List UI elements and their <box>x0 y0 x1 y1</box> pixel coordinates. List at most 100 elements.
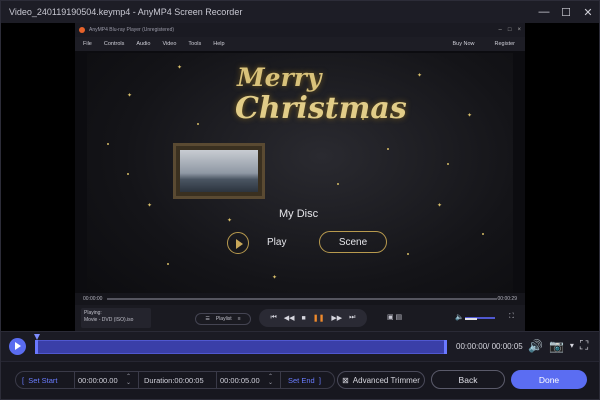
forward-icon: ▶▶ <box>331 315 343 322</box>
skip-back-icon: ⏮ <box>270 314 277 321</box>
player-total-time: 00:00:29 <box>497 296 517 302</box>
player-title: AnyMP4 Blu-ray Player (Unregistered) <box>89 27 175 33</box>
stop-icon: ■ <box>301 314 306 322</box>
playlist-button: ☰ Playlist ≡ <box>195 313 251 325</box>
player-menu-right: Buy Now Register <box>445 37 520 51</box>
transport-controls: ⏮ ◀◀ ■ ❚❚ ▶▶ ⏭ <box>259 309 367 327</box>
sparkle <box>167 263 169 265</box>
player-volume: 🔈 <box>455 313 505 323</box>
preview-time-display: 00:00:00/ 00:00:05 <box>456 342 523 351</box>
star-decoration: ✦ <box>272 275 278 281</box>
star-decoration: ✦ <box>177 65 183 71</box>
minimize-button[interactable]: — <box>533 1 555 23</box>
player-progress: 00:00:00 00:00:29 <box>75 293 525 305</box>
advanced-trimmer-label: Advanced Trimmer <box>352 375 420 385</box>
set-start-button[interactable]: [ Set Start <box>22 372 57 388</box>
start-time-stepper-icon[interactable]: ⌃ ⌄ <box>126 374 131 386</box>
fullscreen-icon[interactable]: ⛶ <box>580 338 588 353</box>
now-playing-label: Playing: <box>84 310 102 316</box>
player-menu-video: Video <box>162 41 177 47</box>
thumbnail-image <box>180 150 258 192</box>
trim-end-handle[interactable] <box>444 340 447 354</box>
divider <box>280 372 281 388</box>
title-bar: Video_240119190504.keymp4 - AnyMP4 Scree… <box>1 1 599 23</box>
video-preview: AnyMP4 Blu-ray Player (Unregistered) – □… <box>1 23 599 331</box>
player-close-icon: × <box>517 27 521 33</box>
trim-controls-bar: [ Set Start 00:00:00.00 ⌃ ⌄ Duration:00:0… <box>1 361 599 399</box>
star-decoration: ✦ <box>127 93 133 99</box>
player-minimize-icon: – <box>498 27 502 33</box>
greeting-christmas: Christmas <box>235 91 407 126</box>
player-menu-bar: File Controls Audio Video Tools Help Buy… <box>75 37 525 51</box>
back-button[interactable]: Back <box>431 370 505 389</box>
player-title-bar: AnyMP4 Blu-ray Player (Unregistered) – □… <box>75 23 525 37</box>
camera-icon[interactable]: 📷 <box>549 339 564 353</box>
advanced-trimmer-button[interactable]: ⊠ Advanced Trimmer <box>337 371 425 389</box>
chevron-down-icon[interactable]: ▾ <box>570 341 574 350</box>
end-time-stepper-icon[interactable]: ⌃ ⌄ <box>268 374 273 386</box>
player-current-time: 00:00:00 <box>83 296 103 302</box>
buy-now-link: Buy Now <box>452 41 475 47</box>
playlist-menu-icon: ☰ <box>205 316 210 322</box>
trim-timeline-row: 00:00:00/ 00:00:05 🔊 📷 ▾ ⛶ <box>1 331 599 361</box>
preview-tools: 🔊 📷 ▾ ⛶ <box>528 338 588 353</box>
disc-thumbnail <box>173 143 265 199</box>
disc-menu-screen: ✦ ✦ ✦ ✦ ✦ ✦ ✦ ✦ Merry Christmas My Disc … <box>87 53 513 311</box>
register-link: Register <box>494 41 515 47</box>
player-menu-file: File <box>83 41 92 47</box>
player-logo-icon <box>79 27 85 33</box>
sparkle <box>197 123 199 125</box>
disc-play-label: Play <box>267 237 287 248</box>
divider <box>74 372 75 388</box>
now-playing-box: Playing: Movie - DVD (ISO).iso <box>81 308 151 328</box>
trim-start-handle[interactable] <box>35 340 38 354</box>
set-start-label: Set Start <box>28 375 58 385</box>
rewind-icon: ◀◀ <box>283 315 295 322</box>
player-volume-track <box>465 317 495 320</box>
disc-title: My Disc <box>279 208 319 220</box>
star-decoration: ✦ <box>227 218 233 224</box>
divider <box>138 372 139 388</box>
playlist-list-icon: ≡ <box>237 316 241 322</box>
set-end-label: Set End <box>288 375 315 385</box>
trim-track[interactable] <box>35 340 447 354</box>
close-button[interactable]: ✕ <box>577 1 599 23</box>
player-menu-audio: Audio <box>136 41 151 47</box>
star-decoration: ✦ <box>467 113 473 119</box>
sparkle <box>407 253 409 255</box>
trimmer-icon: ⊠ <box>342 375 349 385</box>
now-playing-file: Movie - DVD (ISO).iso <box>84 317 134 323</box>
player-menu-controls: Controls <box>103 41 125 47</box>
sparkle <box>337 183 339 185</box>
star-decoration: ✦ <box>417 73 423 79</box>
sparkle <box>127 173 129 175</box>
player-maximize-icon: □ <box>507 27 512 33</box>
player-window-controls: – □ × <box>499 23 521 37</box>
player-progress-bar <box>107 298 497 300</box>
greeting-merry: Merry <box>237 63 322 92</box>
screen-recorder-window: Video_240119190504.keymp4 - AnyMP4 Scree… <box>0 0 600 400</box>
sparkle <box>387 148 389 150</box>
player-snapshot-icons: ▣ ▤ <box>387 314 403 321</box>
trim-settings: [ Set Start 00:00:00.00 ⌃ ⌄ Duration:00:0… <box>15 371 335 389</box>
player-controls: Playing: Movie - DVD (ISO).iso ☰ Playlis… <box>75 305 525 331</box>
skip-forward-icon: ⏭ <box>349 314 356 321</box>
start-time-field[interactable]: 00:00:00.00 <box>78 372 118 388</box>
set-end-button[interactable]: Set End ] <box>288 372 321 388</box>
star-decoration: ✦ <box>437 203 443 209</box>
end-time-field[interactable]: 00:00:05.00 <box>220 372 260 388</box>
sparkle <box>447 163 449 165</box>
disc-play-icon <box>227 232 249 254</box>
divider <box>216 372 217 388</box>
window-title: Video_240119190504.keymp4 - AnyMP4 Scree… <box>9 7 243 17</box>
preview-play-button[interactable] <box>9 338 26 355</box>
window-controls: — ☐ ✕ <box>533 1 599 23</box>
sparkle <box>482 233 484 235</box>
volume-icon[interactable]: 🔊 <box>528 339 543 353</box>
player-menu-tools: Tools <box>188 41 202 47</box>
maximize-button[interactable]: ☐ <box>555 1 577 23</box>
player-fullscreen-icon: ⛶ <box>509 313 514 320</box>
bracket-right-icon: ] <box>318 375 321 385</box>
player-volume-fill <box>465 318 477 320</box>
done-button[interactable]: Done <box>511 370 587 389</box>
